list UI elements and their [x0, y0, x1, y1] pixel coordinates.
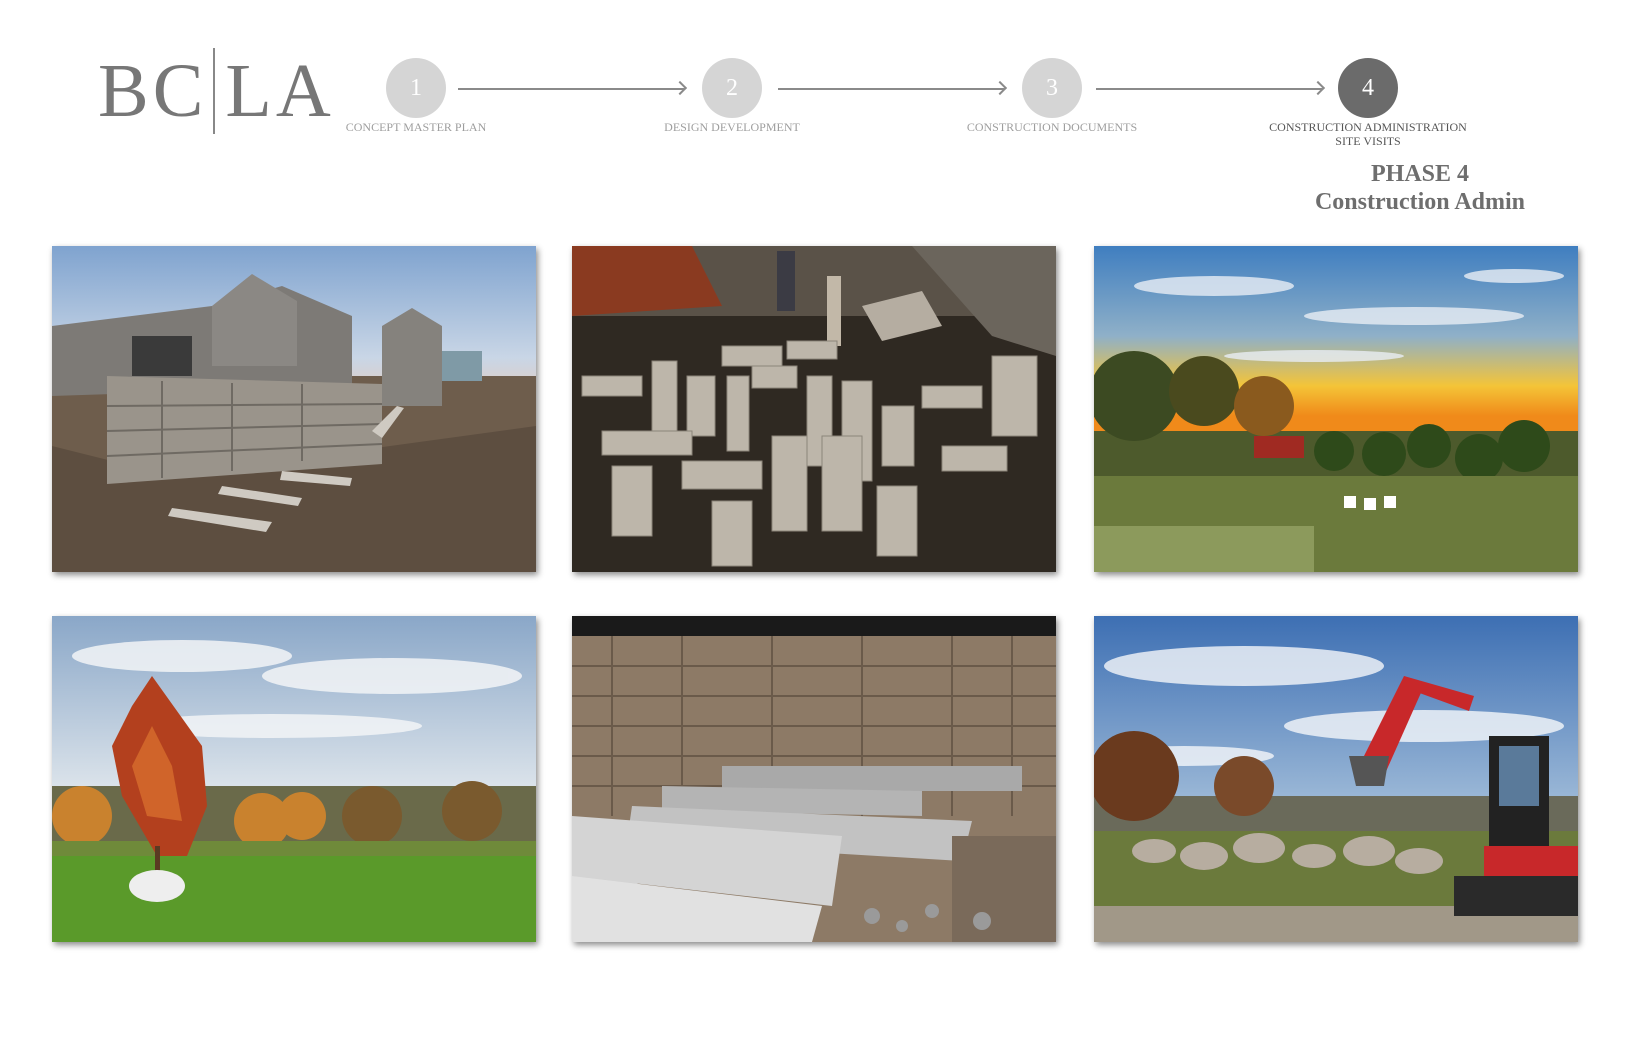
photo-stone-slabs	[572, 246, 1056, 572]
photo-granite-steps	[572, 616, 1056, 942]
step-arrow-1	[458, 88, 684, 90]
photo-maple-tree	[52, 616, 536, 942]
step-label-2: DESIGN DEVELOPMENT	[664, 120, 800, 134]
logo-text-left: BC	[98, 49, 208, 133]
photo-stone-house	[52, 246, 536, 572]
step-label-4: CONSTRUCTION ADMINISTRATION SITE VISITS	[1248, 120, 1488, 148]
step-arrow-3	[1096, 88, 1322, 90]
step-arrow-2	[778, 88, 1004, 90]
step-label-4-line1: CONSTRUCTION ADMINISTRATION	[1269, 120, 1467, 134]
phase-title: PHASE 4 Construction Admin	[1270, 160, 1570, 216]
step-circle-1: 1	[386, 58, 446, 118]
logo-text-right: LA	[225, 49, 335, 133]
phase-number: PHASE 4	[1370, 161, 1469, 187]
step-circle-3: 3	[1022, 58, 1082, 118]
step-label-1: CONCEPT MASTER PLAN	[345, 120, 487, 134]
step-label-4-line2: SITE VISITS	[1335, 134, 1401, 148]
phase-name: Construction Admin	[1314, 189, 1526, 215]
photo-excavator	[1094, 616, 1578, 942]
step-circle-2: 2	[702, 58, 762, 118]
photo-sunset-nursery	[1094, 246, 1578, 572]
logo-divider	[213, 48, 216, 134]
step-circle-4: 4	[1338, 58, 1398, 118]
step-label-3: CONSTRUCTION DOCUMENTS	[966, 120, 1138, 134]
